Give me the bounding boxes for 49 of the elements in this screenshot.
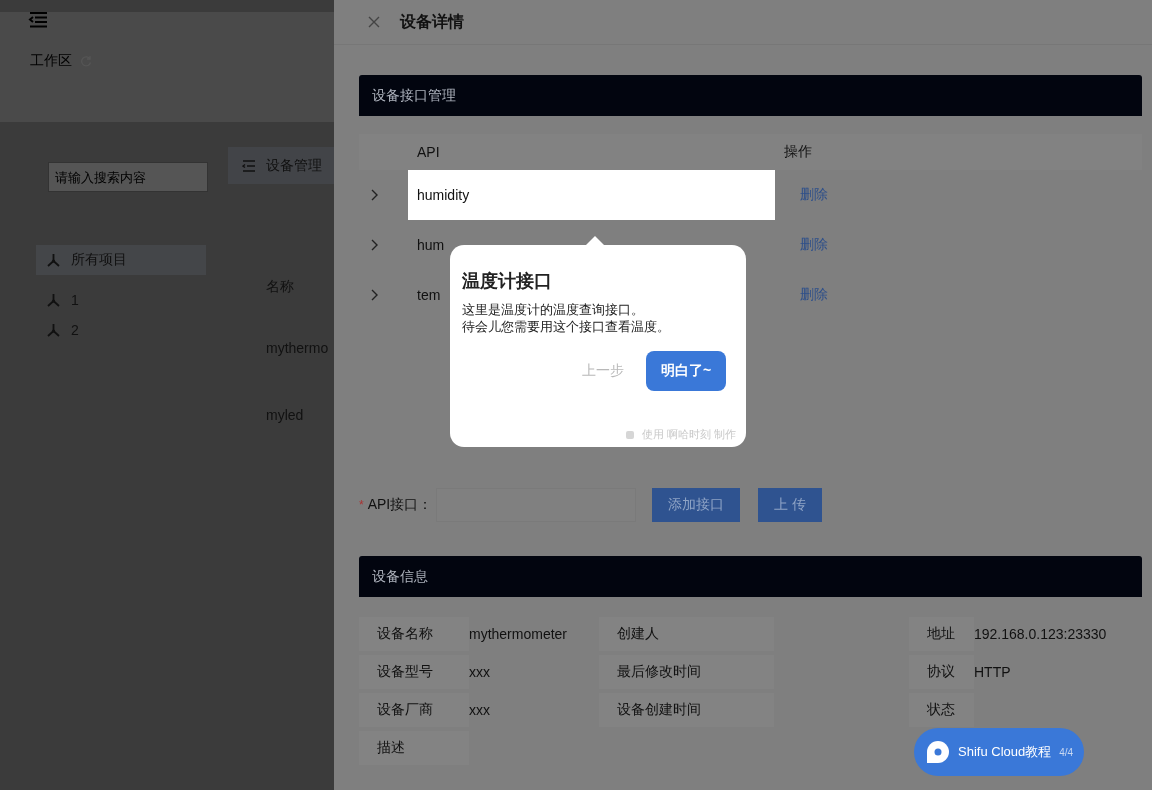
info-label: 状态 [909,693,974,727]
prev-step-button[interactable]: 上一步 [582,362,624,380]
required-mark: * [359,498,364,512]
menu-icon[interactable] [28,12,48,28]
delete-link[interactable]: 删除 [800,286,828,304]
section-header: 设备接口管理 [359,75,1142,116]
field-label: API接口： [367,496,433,514]
form-button[interactable]: 添加接口 [652,488,741,522]
close-icon[interactable] [368,16,380,28]
table-cell-text: tem [416,287,441,303]
fork-icon [46,322,61,338]
info-label: 设备创建时间 [599,693,774,727]
fork-icon [46,292,61,308]
section-header: 设备信息 [359,556,1142,597]
workspace-title[interactable]: 工作区 [30,52,72,70]
info-value: 192.168.0.123:23330 [974,626,1107,642]
column-header: 操作 [784,143,812,161]
info-label: 描述 [359,731,469,765]
popover-text: 这里是温度计的温度查询接口。 [462,301,645,318]
chevron-right-icon[interactable] [371,189,379,201]
search-field[interactable]: 请输入搜索内容 [48,162,208,192]
info-value: HTTP [974,664,1011,680]
drawer-title: 设备详情 [400,11,464,32]
popover-text: 待会儿您需要用这个接口查看温度。 [462,318,671,335]
chevron-right-icon[interactable] [371,239,379,251]
table-cell-text: hum [416,237,445,253]
table-cell: humidity [408,170,775,220]
info-label: 地址 [909,617,974,651]
tutorial-badge[interactable]: Shifu Cloud教程 4/4 [914,728,1084,776]
logo-icon [625,430,634,439]
column-header: API [417,144,441,160]
chevron-right-icon[interactable] [371,289,379,301]
info-value: mythermometer [469,626,568,642]
info-label: 创建人 [599,617,774,651]
info-label: 设备厂商 [359,693,469,727]
info-label: 最后修改时间 [599,655,774,689]
fork-icon [46,252,61,268]
delete-link[interactable]: 删除 [800,236,828,254]
form-button[interactable]: 上 传 [758,488,823,522]
info-label: 协议 [909,655,974,689]
info-value: xxx [469,664,490,680]
popover-title: 温度计接口 [462,270,553,293]
chat-bubble-icon [926,740,950,764]
got-it-button[interactable]: 明白了~ [646,351,726,391]
info-label: 设备名称 [359,617,469,651]
info-value: xxx [469,702,490,718]
delete-link[interactable]: 删除 [800,186,828,204]
list-icon [242,159,256,172]
info-label: 设备型号 [359,655,469,689]
